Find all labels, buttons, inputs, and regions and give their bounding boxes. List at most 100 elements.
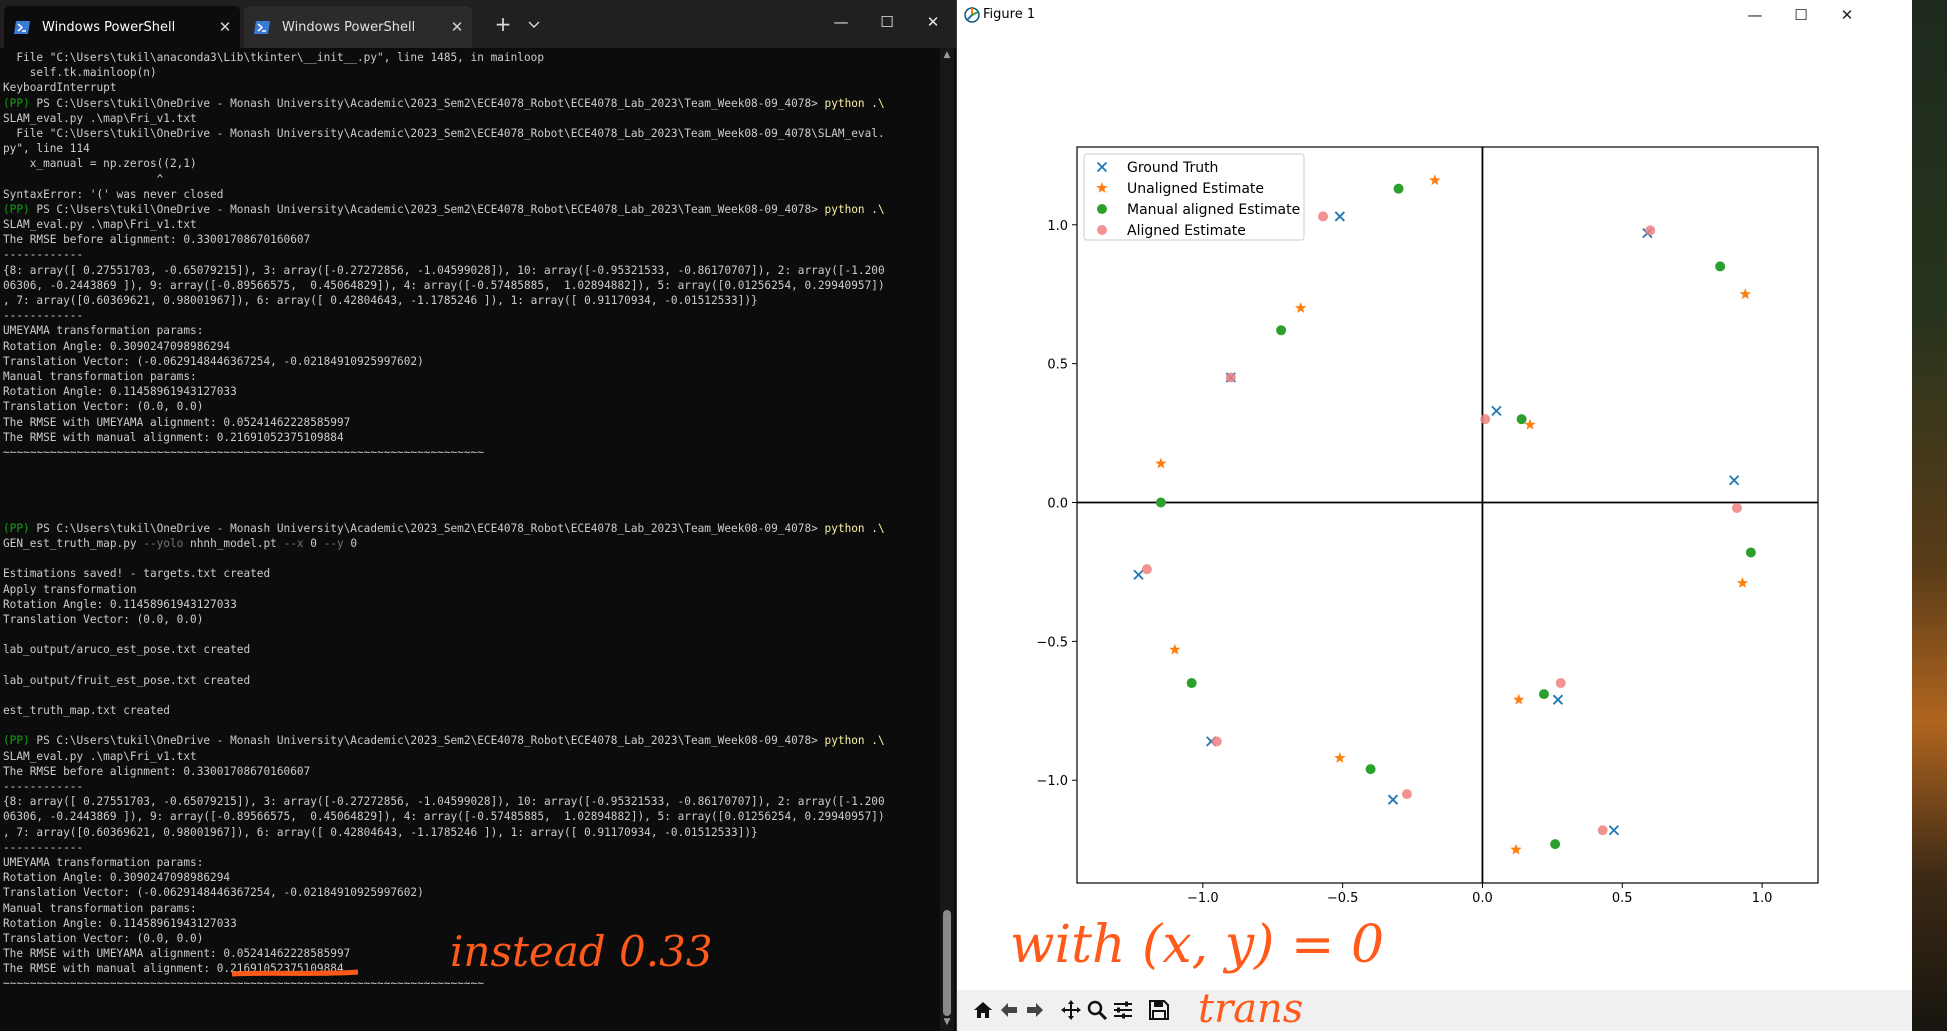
x-tick-label: −0.5 <box>1327 891 1359 906</box>
terminal-line: Rotation Angle: 0.11458961943127033 <box>3 385 237 399</box>
aligned-estimate-point <box>1211 736 1222 747</box>
terminal-line: lab_output/aruco_est_pose.txt created <box>3 643 251 657</box>
terminal-line: , 7: array([0.60369621, 0.98001967]), 6:… <box>3 294 758 307</box>
close-tab-icon[interactable]: ✕ <box>210 18 240 36</box>
figure-titlebar[interactable]: Figure 1 — ☐ ✕ <box>957 0 1912 30</box>
terminal-line: File "C:\Users\tukil\OneDrive - Monash U… <box>3 126 885 140</box>
terminal-window[interactable]: Windows PowerShell ✕ Windows PowerShell … <box>0 0 957 1031</box>
aligned-estimate-point <box>1555 678 1566 689</box>
tab-title: Windows PowerShell <box>42 19 176 35</box>
terminal-line: Manual transformation params: <box>3 901 197 915</box>
terminal-line: lab_output/fruit_est_pose.txt created <box>3 673 251 687</box>
y-tick-label: 0.0 <box>1047 497 1068 512</box>
terminal-line: The RMSE before alignment: 0.33001708670… <box>3 233 311 247</box>
manual-aligned-point <box>1186 678 1197 689</box>
manual-aligned-point <box>1365 764 1376 775</box>
terminal-line: Rotation Angle: 0.3090247098986294 <box>3 339 231 353</box>
terminal-line: Translation Vector: (-0.0629148446367254… <box>3 886 424 900</box>
terminal-line: ~~~~~~~~~~~~~~~~~~~~~~~~~~~~~~~~~~~~~~~~… <box>3 445 484 459</box>
tab-title: Windows PowerShell <box>282 19 416 35</box>
terminal-line: {8: array([ 0.27551703, -0.65079215]), 3… <box>3 263 885 277</box>
aligned-estimate-point <box>1318 211 1329 222</box>
tab-dropdown-icon[interactable] <box>522 12 546 38</box>
aligned-estimate-point <box>1731 503 1742 514</box>
aligned-estimate-point <box>1141 564 1152 575</box>
maximize-button[interactable]: ☐ <box>864 8 910 36</box>
manual-aligned-point <box>1550 839 1561 850</box>
terminal-line: {8: array([ 0.27551703, -0.65079215]), 3… <box>3 795 885 809</box>
manual-aligned-point <box>1276 325 1287 336</box>
configure-subplots-icon[interactable] <box>1111 998 1135 1022</box>
terminal-line: Rotation Angle: 0.11458961943127033 <box>3 597 237 611</box>
x-tick-label: 1.0 <box>1752 891 1773 906</box>
tab-powershell-1[interactable]: Windows PowerShell ✕ <box>4 6 240 48</box>
scroll-down-arrow-icon[interactable]: ▼ <box>942 1015 952 1029</box>
tab-powershell-2[interactable]: Windows PowerShell ✕ <box>244 6 472 48</box>
maximize-button[interactable]: ☐ <box>1778 1 1824 29</box>
aligned-estimate-point <box>1401 789 1412 800</box>
y-tick-label: 0.5 <box>1047 358 1068 373</box>
terminal-line: Apply transformation <box>3 582 137 596</box>
tab-bar: Windows PowerShell ✕ Windows PowerShell … <box>0 0 956 48</box>
powershell-icon <box>14 20 30 34</box>
powershell-icon <box>254 20 270 34</box>
close-tab-icon[interactable]: ✕ <box>442 18 472 36</box>
close-button[interactable]: ✕ <box>1824 1 1870 29</box>
terminal-line: KeyboardInterrupt <box>3 81 117 95</box>
terminal-line: (PP) PS C:\Users\tukil\OneDrive - Monash… <box>3 96 885 110</box>
manual-aligned-point <box>1393 183 1404 194</box>
terminal-line: x_manual = np.zeros((2,1) <box>3 157 197 171</box>
terminal-line: ------------ <box>3 780 84 793</box>
minimize-button[interactable]: — <box>1732 1 1778 29</box>
terminal-line: ------------ <box>3 248 84 262</box>
desktop-background <box>1912 0 1947 1031</box>
terminal-line: (PP) PS C:\Users\tukil\OneDrive - Monash… <box>3 734 885 748</box>
pan-icon[interactable] <box>1059 998 1083 1022</box>
x-tick-label: −1.0 <box>1187 891 1219 906</box>
manual-aligned-point <box>1538 689 1549 700</box>
figure-window[interactable]: Figure 1 — ☐ ✕ −1.0 −0.5 0.0 0.5 1.0 −1.0 −0.5… <box>957 0 1912 1031</box>
scroll-up-arrow-icon[interactable]: ▲ <box>942 48 952 62</box>
scroll-thumb[interactable] <box>943 910 951 1016</box>
terminal-line: ~~~~~~~~~~~~~~~~~~~~~~~~~~~~~~~~~~~~~~~~… <box>3 977 484 991</box>
forward-icon[interactable] <box>1023 998 1047 1022</box>
terminal-line: self.tk.mainloop(n) <box>3 66 157 80</box>
aligned-estimate-point <box>1597 825 1608 836</box>
terminal-line: py", line 114 <box>3 142 90 156</box>
terminal-output[interactable]: File "C:\Users\tukil\anaconda3\Lib\tkint… <box>3 50 931 1020</box>
back-icon[interactable] <box>997 998 1021 1022</box>
save-icon[interactable] <box>1147 998 1171 1022</box>
terminal-line: SyntaxError: '(' was never closed <box>3 187 224 201</box>
scatter-plot[interactable]: −1.0 −0.5 0.0 0.5 1.0 −1.0 −0.5 0.0 0.5 1.0 Ground… <box>957 30 1912 990</box>
manual-aligned-point <box>1516 414 1527 425</box>
scrollbar[interactable]: ▲ ▼ <box>940 48 954 1031</box>
figure-title: Figure 1 <box>983 7 1036 22</box>
aligned-estimate-point <box>1225 372 1236 383</box>
axes-frame <box>1076 146 1819 884</box>
terminal-line: ^ <box>3 172 164 186</box>
home-icon[interactable] <box>971 998 995 1022</box>
minimize-button[interactable]: — <box>818 8 864 36</box>
terminal-line: 06306, -0.2443869 ]), 9: array([-0.89566… <box>3 810 885 824</box>
terminal-line: The RMSE with UMEYAMA alignment: 0.05241… <box>3 415 351 429</box>
new-tab-button[interactable]: + <box>488 12 518 38</box>
legend-marker <box>1097 225 1107 235</box>
terminal-line: Rotation Angle: 0.11458961943127033 <box>3 916 237 930</box>
manual-aligned-point <box>1155 497 1166 508</box>
legend-label: Unaligned Estimate <box>1127 181 1264 197</box>
terminal-line: Translation Vector: (0.0, 0.0) <box>3 931 204 945</box>
close-button[interactable]: ✕ <box>910 8 956 36</box>
terminal-line: GEN_est_truth_map.py --yolo nhnh_model.p… <box>3 537 358 550</box>
legend-label: Ground Truth <box>1127 160 1218 176</box>
x-tick-label: 0.0 <box>1472 891 1493 906</box>
zoom-icon[interactable] <box>1085 998 1109 1022</box>
legend-label: Aligned Estimate <box>1127 223 1246 239</box>
aligned-estimate-point <box>1645 225 1656 236</box>
